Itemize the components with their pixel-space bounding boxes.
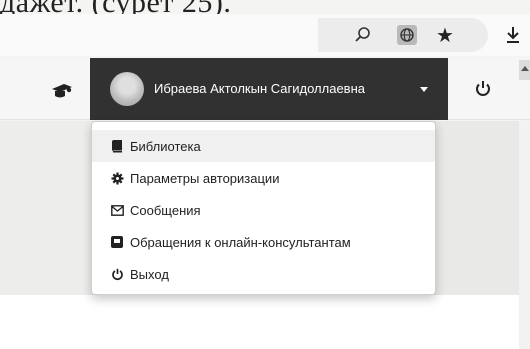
power-icon bbox=[110, 267, 124, 281]
hat-icon[interactable] bbox=[50, 81, 74, 99]
book-icon bbox=[110, 139, 124, 153]
scrollbar-track[interactable] bbox=[519, 121, 530, 349]
menu-item-label: Сообщения bbox=[130, 202, 201, 218]
scrollbar-up-arrow[interactable] bbox=[519, 60, 530, 80]
user-menu-toggle[interactable]: Ибраева Актолкын Сагидоллаевна bbox=[90, 58, 448, 120]
zoom-icon[interactable] bbox=[348, 14, 378, 56]
menu-item-auth-settings[interactable]: Параметры авторизации bbox=[92, 162, 435, 194]
star-icon[interactable]: ★ bbox=[430, 14, 460, 56]
envelope-icon bbox=[110, 203, 124, 217]
content-panel bbox=[436, 121, 519, 295]
menu-item-messages[interactable]: Сообщения bbox=[92, 194, 435, 226]
power-icon[interactable] bbox=[472, 78, 494, 100]
menu-item-label: Выход bbox=[130, 266, 169, 282]
menu-item-logout[interactable]: Выход bbox=[92, 258, 435, 290]
browser-toolbar: ★ bbox=[0, 14, 530, 56]
globe-icon[interactable] bbox=[392, 14, 422, 56]
gear-icon bbox=[110, 171, 124, 185]
menu-item-library[interactable]: Библиотека bbox=[92, 130, 435, 162]
avatar bbox=[110, 72, 144, 106]
content-area bbox=[0, 295, 520, 349]
chat-icon bbox=[110, 235, 124, 249]
chevron-down-icon bbox=[420, 87, 428, 92]
user-dropdown-menu: Библиотека Параметры авторизации Сообщен… bbox=[91, 121, 436, 295]
download-icon[interactable] bbox=[500, 14, 526, 56]
menu-item-label: Библиотека bbox=[130, 138, 201, 154]
menu-item-label: Параметры авторизации bbox=[130, 170, 280, 186]
menu-item-label: Обращения к онлайн-консультантам bbox=[130, 234, 351, 250]
user-name: Ибраева Актолкын Сагидоллаевна bbox=[154, 81, 365, 96]
menu-item-consultants[interactable]: Обращения к онлайн-консультантам bbox=[92, 226, 435, 258]
